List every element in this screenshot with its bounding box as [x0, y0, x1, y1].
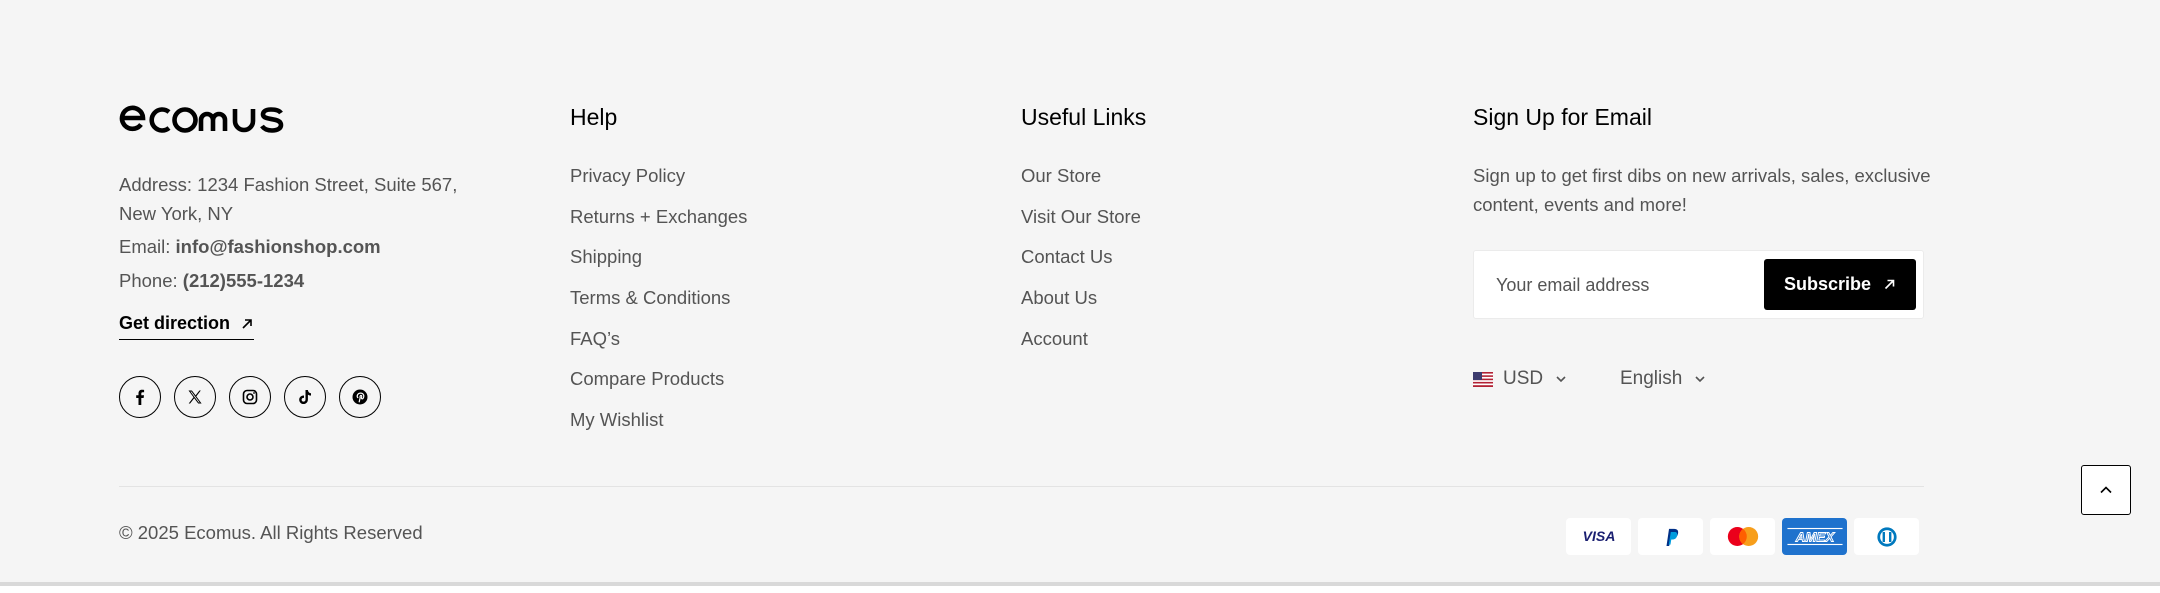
site-footer: Address: 1234 Fashion Street, Suite 567,…	[0, 0, 2160, 582]
phone-text: Phone: (212)555-1234	[119, 266, 304, 295]
email-input[interactable]	[1496, 271, 1736, 299]
pinterest-icon	[352, 389, 368, 405]
footer-divider	[119, 486, 1924, 487]
email-label: Email:	[119, 236, 171, 257]
x-twitter-icon	[188, 390, 202, 404]
get-direction-link[interactable]: Get direction	[119, 313, 255, 340]
arrow-up-right-icon	[242, 318, 252, 329]
instagram-button[interactable]	[229, 376, 271, 418]
useful-links: Our Store Visit Our Store Contact Us Abo…	[1021, 161, 1141, 364]
chevron-up-icon	[2100, 486, 2112, 494]
help-links: Privacy Policy Returns + Exchanges Shipp…	[570, 161, 747, 446]
facebook-button[interactable]	[119, 376, 161, 418]
ecomus-logo[interactable]	[119, 104, 291, 134]
help-link-compare-products[interactable]: Compare Products	[570, 364, 747, 405]
language-selector[interactable]: English	[1620, 368, 1706, 390]
useful-links-heading: Useful Links	[1021, 104, 1147, 130]
useful-link-visit-our-store[interactable]: Visit Our Store	[1021, 202, 1141, 243]
useful-link-about-us[interactable]: About Us	[1021, 283, 1141, 324]
svg-text:VISA: VISA	[1582, 529, 1615, 544]
help-heading: Help	[570, 104, 618, 130]
help-link-terms-conditions[interactable]: Terms & Conditions	[570, 283, 747, 324]
instagram-icon	[242, 389, 258, 405]
social-links	[119, 376, 381, 418]
email-value[interactable]: info@fashionshop.com	[176, 236, 381, 257]
x-twitter-button[interactable]	[174, 376, 216, 418]
american-express-icon: AMEX	[1782, 518, 1847, 555]
arrow-up-right-icon	[1884, 279, 1895, 290]
help-link-faqs[interactable]: FAQ’s	[570, 324, 747, 365]
help-link-my-wishlist[interactable]: My Wishlist	[570, 405, 747, 446]
currency-value: USD	[1503, 368, 1544, 389]
paypal-icon	[1638, 518, 1703, 555]
copyright-text: © 2025 Ecomus. All Rights Reserved	[119, 522, 423, 543]
language-value: English	[1620, 368, 1683, 389]
chevron-down-icon	[1556, 376, 1566, 383]
currency-selector[interactable]: USD	[1473, 368, 1567, 390]
signup-description: Sign up to get first dibs on new arrival…	[1473, 165, 1931, 215]
tiktok-icon	[299, 390, 311, 404]
newsletter-form: Subscribe	[1473, 250, 1924, 319]
signup-heading: Sign Up for Email	[1473, 104, 1652, 130]
phone-value[interactable]: (212)555-1234	[183, 270, 304, 291]
useful-link-our-store[interactable]: Our Store	[1021, 161, 1141, 202]
help-link-shipping[interactable]: Shipping	[570, 242, 747, 283]
phone-label: Phone:	[119, 270, 178, 291]
back-to-top-button[interactable]	[2081, 465, 2131, 515]
email-text: Email: info@fashionshop.com	[119, 232, 381, 261]
get-direction-label: Get direction	[119, 313, 231, 333]
help-link-privacy-policy[interactable]: Privacy Policy	[570, 161, 747, 202]
help-link-returns-exchanges[interactable]: Returns + Exchanges	[570, 202, 747, 243]
tiktok-button[interactable]	[284, 376, 326, 418]
address-text: Address: 1234 Fashion Street, Suite 567,…	[119, 170, 479, 228]
subscribe-label: Subscribe	[1783, 274, 1872, 294]
svg-text:AMEX: AMEX	[1794, 529, 1835, 544]
facebook-icon	[136, 389, 145, 405]
pinterest-button[interactable]	[339, 376, 381, 418]
payment-methods: VISA AMEX	[1566, 518, 1919, 555]
diners-club-icon	[1854, 518, 1919, 555]
mastercard-icon	[1710, 518, 1775, 555]
page-bottom-border	[0, 582, 2160, 586]
useful-link-contact-us[interactable]: Contact Us	[1021, 242, 1141, 283]
address-label: Address:	[119, 174, 193, 195]
useful-link-account[interactable]: Account	[1021, 324, 1141, 365]
subscribe-button[interactable]: Subscribe	[1764, 259, 1916, 310]
chevron-down-icon	[1695, 376, 1705, 383]
us-flag-icon	[1473, 371, 1493, 387]
visa-icon: VISA	[1566, 518, 1631, 555]
